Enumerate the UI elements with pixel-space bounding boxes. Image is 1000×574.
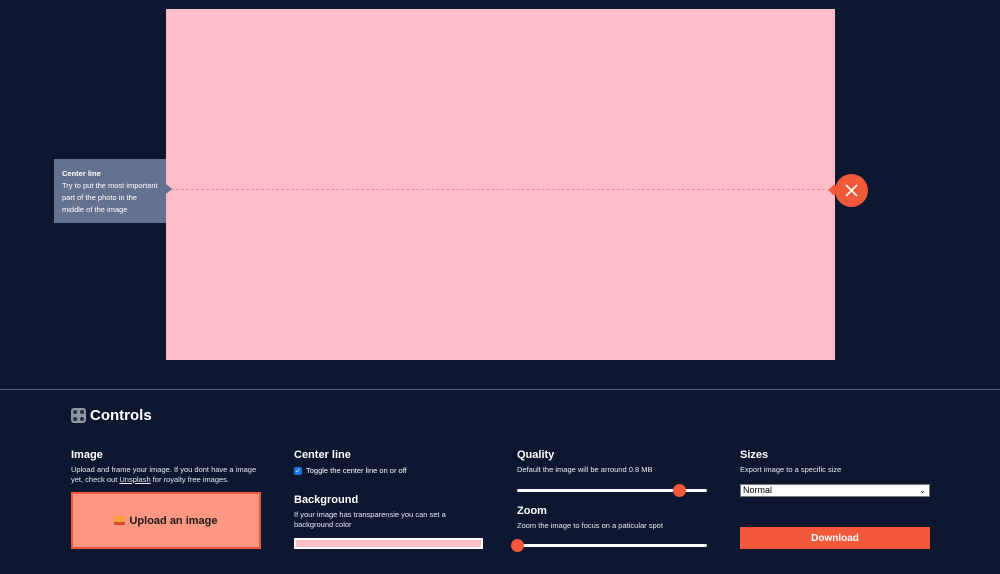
zoom-section: Zoom Zoom the image to focus on a paticu…: [517, 505, 707, 531]
tooltip-title: Center line: [62, 169, 101, 178]
section-divider: [0, 389, 1000, 390]
quality-heading: Quality: [517, 449, 555, 461]
download-label: Download: [811, 532, 859, 544]
upload-label: Upload an image: [129, 514, 218, 527]
sizes-section: Sizes Export image to a specific size: [740, 449, 930, 475]
zoom-slider[interactable]: [511, 539, 707, 552]
sizes-description: Export image to a specific size: [740, 465, 842, 474]
picture-icon: [114, 516, 126, 525]
quality-slider[interactable]: [517, 484, 707, 497]
close-center-line-button[interactable]: [835, 174, 868, 207]
close-icon: [845, 184, 858, 197]
background-color-picker[interactable]: [294, 538, 483, 549]
upload-image-button[interactable]: Upload an image: [71, 492, 261, 549]
image-description: Upload and frame your image. If you dont…: [71, 465, 261, 485]
quality-slider-thumb[interactable]: [672, 484, 686, 497]
controls-heading: Controls: [71, 407, 152, 424]
download-button[interactable]: Download: [740, 527, 930, 549]
sizes-heading: Sizes: [740, 449, 769, 461]
quality-description: Default the image will be arround 0.8 MB: [517, 465, 653, 474]
center-line-toggle-row: ✓ Toggle the center line on or off: [294, 466, 484, 475]
chevron-down-icon: ⌄: [919, 486, 926, 495]
background-section: Background If your image has transparens…: [294, 494, 484, 530]
zoom-slider-thumb[interactable]: [511, 539, 524, 552]
size-select[interactable]: Normal ⌄: [740, 484, 930, 497]
quality-section: Quality Default the image will be arroun…: [517, 449, 707, 475]
center-line-checkbox[interactable]: ✓: [294, 466, 302, 475]
image-desc-text-end: for royalty free images.: [150, 475, 230, 484]
controls-title: Controls: [90, 407, 152, 424]
center-line-heading: Center line: [294, 449, 351, 461]
size-select-value: Normal: [743, 485, 773, 495]
center-line: [166, 189, 835, 190]
center-line-handle: [828, 174, 870, 207]
zoom-heading: Zoom: [517, 505, 547, 517]
tooltip-body: Try to put the most important part of th…: [62, 181, 158, 214]
center-line-section: Center line ✓ Toggle the center line on …: [294, 449, 484, 475]
zoom-description: Zoom the image to focus on a paticular s…: [517, 521, 663, 530]
center-line-toggle-label: Toggle the center line on or off: [306, 466, 407, 475]
unsplash-link[interactable]: Unsplash: [119, 475, 150, 484]
image-section: Image Upload and frame your image. If yo…: [71, 449, 261, 485]
image-canvas[interactable]: [166, 9, 835, 360]
background-heading: Background: [294, 494, 359, 506]
control-knobs-icon: [71, 408, 86, 423]
background-description: If your image has transparensie you can …: [294, 510, 446, 529]
image-heading: Image: [71, 449, 103, 461]
center-line-tooltip: Center line Try to put the most importan…: [54, 159, 172, 223]
